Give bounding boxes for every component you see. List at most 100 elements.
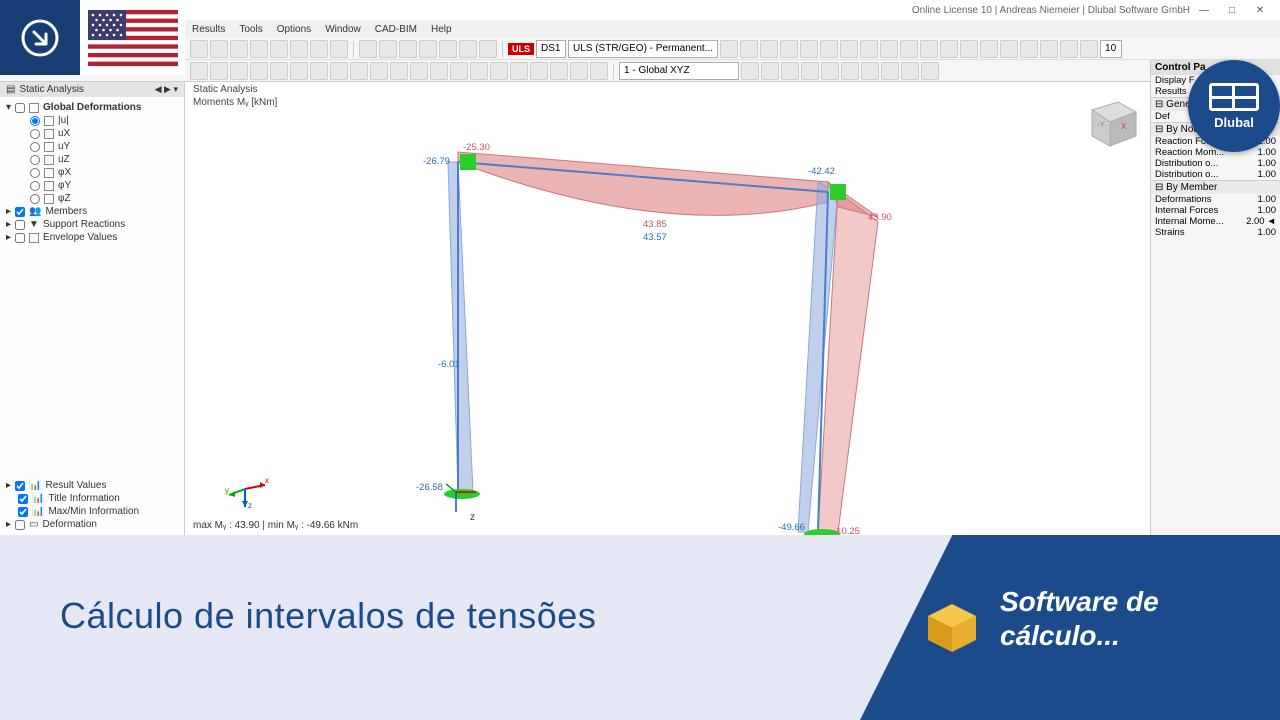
tool-icon[interactable]	[530, 62, 548, 80]
tool-icon[interactable]	[860, 40, 878, 58]
tool-icon[interactable]	[350, 62, 368, 80]
tool-icon[interactable]	[780, 40, 798, 58]
tree-pz[interactable]: φZ	[6, 192, 178, 205]
tool-icon[interactable]	[390, 62, 408, 80]
checkbox[interactable]	[15, 207, 25, 217]
tool-icon[interactable]	[570, 62, 588, 80]
tool-icon[interactable]	[1060, 40, 1078, 58]
tree-envelope[interactable]: ▸ Envelope Values	[6, 231, 178, 244]
tool-icon[interactable]	[781, 62, 799, 80]
radio[interactable]	[30, 168, 40, 178]
tool-icon[interactable]	[459, 40, 477, 58]
tool-icon[interactable]	[821, 62, 839, 80]
menu-window[interactable]: Window	[323, 24, 363, 35]
tool-icon[interactable]	[881, 62, 899, 80]
coord-dropdown[interactable]: 1 - Global XYZ	[619, 62, 739, 80]
ctrl-reaction-mom[interactable]: Reaction Mom...1.00	[1151, 147, 1280, 158]
tool-icon[interactable]	[1000, 40, 1018, 58]
ctrl-deformations[interactable]: Deformations1.00	[1151, 194, 1280, 205]
checkbox[interactable]	[15, 103, 25, 113]
tool-icon[interactable]	[290, 40, 308, 58]
ds-dropdown[interactable]: DS1	[536, 40, 566, 58]
tool-icon[interactable]	[720, 40, 738, 58]
checkbox[interactable]	[15, 481, 25, 491]
tool-icon[interactable]	[310, 40, 328, 58]
menu-help[interactable]: Help	[429, 24, 454, 35]
checkbox[interactable]	[15, 220, 25, 230]
radio[interactable]	[30, 194, 40, 204]
close-button[interactable]: ✕	[1246, 5, 1274, 16]
tree-title-info[interactable]: 📊 Title Information	[6, 492, 178, 505]
tool-icon[interactable]	[741, 62, 759, 80]
ctrl-dist-1[interactable]: Distribution o...1.00	[1151, 158, 1280, 169]
tool-icon[interactable]	[740, 40, 758, 58]
tool-icon[interactable]	[590, 62, 608, 80]
tool-icon[interactable]	[450, 62, 468, 80]
tool-icon[interactable]	[801, 62, 819, 80]
tree-global-deformations[interactable]: ▾ Global Deformations	[6, 101, 178, 114]
tool-icon[interactable]	[900, 40, 918, 58]
tool-icon[interactable]	[490, 62, 508, 80]
tool-icon[interactable]	[250, 62, 268, 80]
tool-icon[interactable]	[1020, 40, 1038, 58]
combo-dropdown[interactable]: ULS (STR/GEO) - Permanent...	[568, 40, 718, 58]
tool-icon[interactable]	[470, 62, 488, 80]
tool-icon[interactable]	[399, 40, 417, 58]
tool-icon[interactable]	[250, 40, 268, 58]
ctrl-sec-bymember[interactable]: ⊟ By Member	[1151, 180, 1280, 194]
viewport-3d[interactable]: Static Analysis Moments Mᵧ [kNm] -26.79 …	[185, 82, 1150, 535]
tool-icon[interactable]	[410, 62, 428, 80]
tree-maxmin[interactable]: 📊 Max/Min Information	[6, 505, 178, 518]
nav-arrows[interactable]: ◀ ▶ ▾	[155, 84, 178, 95]
radio[interactable]	[30, 129, 40, 139]
tool-icon[interactable]	[359, 40, 377, 58]
radio[interactable]	[30, 116, 40, 126]
radio[interactable]	[30, 181, 40, 191]
tree-ux[interactable]: uX	[6, 127, 178, 140]
tool-icon[interactable]	[210, 62, 228, 80]
tool-icon[interactable]	[841, 62, 859, 80]
menu-tools[interactable]: Tools	[237, 24, 264, 35]
tool-icon[interactable]	[419, 40, 437, 58]
tree-px[interactable]: φX	[6, 166, 178, 179]
tree-uy[interactable]: uY	[6, 140, 178, 153]
tree-u[interactable]: |u|	[6, 114, 178, 127]
tool-icon[interactable]	[370, 62, 388, 80]
tree-py[interactable]: φY	[6, 179, 178, 192]
tool-icon[interactable]	[820, 40, 838, 58]
tool-icon[interactable]	[430, 62, 448, 80]
tool-icon[interactable]	[270, 40, 288, 58]
tool-icon[interactable]	[439, 40, 457, 58]
tool-icon[interactable]	[330, 62, 348, 80]
ctrl-dist-2[interactable]: Distribution o...1.00	[1151, 169, 1280, 180]
tool-icon[interactable]	[479, 40, 497, 58]
tool-icon[interactable]	[210, 40, 228, 58]
menu-cadbim[interactable]: CAD-BIM	[373, 24, 419, 35]
tool-icon[interactable]	[550, 62, 568, 80]
tool-icon[interactable]	[1080, 40, 1098, 58]
menu-results[interactable]: Results	[190, 24, 227, 35]
tool-icon[interactable]	[921, 62, 939, 80]
tool-icon[interactable]	[901, 62, 919, 80]
menu-options[interactable]: Options	[275, 24, 313, 35]
navigation-cube[interactable]: -Y X	[1080, 92, 1140, 152]
tool-icon[interactable]	[861, 62, 879, 80]
radio[interactable]	[30, 142, 40, 152]
minimize-button[interactable]: —	[1190, 5, 1218, 16]
ctrl-internal-forces[interactable]: Internal Forces1.00	[1151, 205, 1280, 216]
tool-icon[interactable]	[840, 40, 858, 58]
tool-icon[interactable]	[760, 40, 778, 58]
tool-icon[interactable]	[230, 62, 248, 80]
tool-icon[interactable]	[920, 40, 938, 58]
tool-icon[interactable]	[330, 40, 348, 58]
tool-icon[interactable]	[960, 40, 978, 58]
tool-icon[interactable]	[940, 40, 958, 58]
tool-icon[interactable]	[980, 40, 998, 58]
tool-icon[interactable]	[800, 40, 818, 58]
tool-icon[interactable]	[880, 40, 898, 58]
checkbox[interactable]	[18, 507, 28, 517]
tool-icon[interactable]	[510, 62, 528, 80]
tree-support[interactable]: ▸ ▼ Support Reactions	[6, 218, 178, 231]
maximize-button[interactable]: □	[1218, 5, 1246, 16]
tool-icon[interactable]	[1040, 40, 1058, 58]
